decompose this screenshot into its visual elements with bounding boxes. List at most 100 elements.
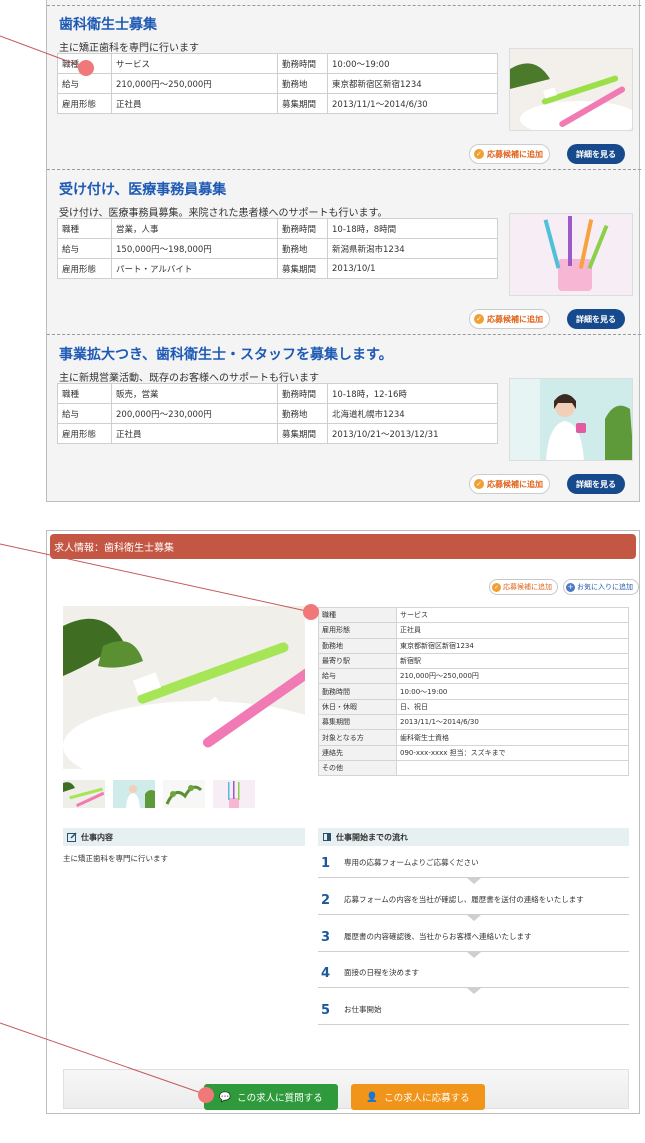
add-candidate-button[interactable]: ✓ 応募候補に追加 <box>469 309 550 329</box>
step-number: 5 <box>321 1003 331 1018</box>
button-label: 応募候補に追加 <box>487 149 543 159</box>
table-row: 雇用形態 正社員 募集期間 2013/11/1〜2014/6/30 <box>57 93 498 114</box>
table-label: 雇用形態 <box>57 423 112 444</box>
table-value: サービス <box>396 606 629 624</box>
edit-icon <box>67 832 77 842</box>
step-text: 専用の応募フォームよりご応募ください <box>344 858 479 867</box>
speech-bubble-icon: 💬 <box>219 1091 232 1103</box>
job-title[interactable]: 受け付け、医療事務員募集 <box>59 179 226 199</box>
button-label: 応募候補に追加 <box>487 314 543 324</box>
divider <box>47 334 641 335</box>
table-value: 北海道札幌市1234 <box>327 403 498 424</box>
table-value: 10:00〜19:00 <box>327 53 498 74</box>
table-value: 東京都新宿区新宿1234 <box>327 73 498 94</box>
table-value: 090-xxx-xxxx 担当：スズキまで <box>396 744 629 761</box>
check-circle-icon: ✓ <box>492 582 501 592</box>
flow-step: 2 応募フォームの内容を当社が確認し、履歴書を送付の連絡をいたします <box>318 885 629 921</box>
table-row: 雇用形態 パート・アルバイト 募集期間 2013/10/1 <box>57 258 498 279</box>
table-label: 勤務地 <box>277 403 328 424</box>
table-value: 10:00〜19:00 <box>396 683 629 700</box>
step-text: 応募フォームの内容を当社が確認し、履歴書を送付の連絡をいたします <box>344 895 584 904</box>
section-title: 仕事内容 <box>81 832 113 842</box>
table-label: 給与 <box>318 668 397 685</box>
flow-step: 3 履歴書の内容確認後、当社からお客様へ連絡いたします <box>318 922 629 958</box>
table-row: その他 <box>318 759 629 777</box>
table-value: 正社員 <box>111 423 278 444</box>
table-value: 営業，人事 <box>111 218 278 239</box>
table-row: 募集期間 2013/11/1〜2014/6/30 <box>318 714 629 731</box>
table-row: 職種 サービス 勤務時間 10:00〜19:00 <box>57 53 498 74</box>
view-detail-button[interactable]: 詳細を見る <box>567 309 625 329</box>
table-row: 給与 200,000円〜230,000円 勤務地 北海道札幌市1234 <box>57 403 498 424</box>
job-summary-table: 職種 サービス 勤務時間 10:00〜19:00 給与 210,000円〜250… <box>57 53 498 114</box>
ask-question-button[interactable]: 💬 この求人に質問する <box>204 1084 338 1110</box>
table-label: 連絡先 <box>318 744 397 761</box>
apply-button[interactable]: 👤 この求人に応募する <box>351 1084 485 1110</box>
step-number: 4 <box>321 966 331 981</box>
add-candidate-button[interactable]: ✓ 応募候補に追加 <box>469 144 550 164</box>
table-value <box>396 759 629 777</box>
table-value: 歯科衛生士資格 <box>396 729 629 746</box>
step-number: 1 <box>321 856 331 871</box>
annotation-marker <box>198 1087 214 1103</box>
job-description: 受け付け、医療事務員募集。来院された患者様へのサポートも行います。 <box>59 208 388 219</box>
table-label: 勤務時間 <box>318 683 397 700</box>
job-title[interactable]: 歯科衛生士募集 <box>59 14 157 34</box>
button-label: この求人に質問する <box>237 1093 323 1104</box>
table-value: 2013/10/1 <box>327 258 498 279</box>
table-label: 勤務時間 <box>277 218 328 239</box>
table-label: 勤務地 <box>277 73 328 94</box>
table-row: 休日・休暇 日、祝日 <box>318 698 629 716</box>
table-value: 2013/10/21〜2013/12/31 <box>327 423 498 444</box>
table-row: 雇用形態 正社員 <box>318 622 629 639</box>
table-value: 10-18時，8時間 <box>327 218 498 239</box>
table-label: 職種 <box>57 383 112 404</box>
table-row: 職種 販売，営業 勤務時間 10-18時，12-16時 <box>57 383 498 404</box>
action-bar <box>63 1069 629 1109</box>
button-label: 応募候補に追加 <box>503 583 552 591</box>
plus-circle-icon: + <box>566 582 575 592</box>
job-photo-staff[interactable] <box>509 378 633 461</box>
view-detail-button[interactable]: 詳細を見る <box>567 474 625 494</box>
table-row: 勤務時間 10:00〜19:00 <box>318 683 629 700</box>
photo-thumbnail[interactable] <box>63 780 105 808</box>
job-description: 主に矯正歯科を専門に行います <box>59 43 199 54</box>
button-label: お気に入りに追加 <box>577 583 633 591</box>
job-detail-panel: 求人情報：歯科衛生士募集 ✓ 応募候補に追加 + お気に入りに追加 職種 サービス <box>46 530 640 1114</box>
table-label: 募集期間 <box>277 93 328 114</box>
table-label: 勤務地 <box>318 637 397 654</box>
table-label: 募集期間 <box>277 423 328 444</box>
photo-thumbnail[interactable] <box>213 780 255 808</box>
view-detail-button[interactable]: 詳細を見る <box>567 144 625 164</box>
table-value: 新潟県新潟市1234 <box>327 238 498 259</box>
step-number: 2 <box>321 893 331 908</box>
step-text: 履歴書の内容確認後、当社からお客様へ連絡いたします <box>344 932 532 941</box>
add-candidate-button[interactable]: ✓ 応募候補に追加 <box>489 579 558 595</box>
step-text: お仕事開始 <box>344 1005 382 1014</box>
detail-header: 求人情報：歯科衛生士募集 <box>50 534 636 559</box>
table-value: 正社員 <box>396 622 629 639</box>
job-photo-toothbrush[interactable] <box>509 48 633 131</box>
user-icon: 👤 <box>366 1091 379 1103</box>
table-value: 210,000円〜250,000円 <box>111 73 278 94</box>
table-label: 勤務時間 <box>277 383 328 404</box>
photo-thumbnail[interactable] <box>113 780 155 808</box>
job-card: 歯科衛生士募集 主に矯正歯科を専門に行います 職種 サービス 勤務時間 10:0… <box>57 14 633 164</box>
table-label: 最寄り駅 <box>318 652 397 670</box>
table-value: 210,000円〜250,000円 <box>396 668 629 685</box>
job-title[interactable]: 事業拡大つき、歯科衛生士・スタッフを募集します。 <box>59 344 393 364</box>
add-candidate-button[interactable]: ✓ 応募候補に追加 <box>469 474 550 494</box>
table-label: 雇用形態 <box>57 258 112 279</box>
check-circle-icon: ✓ <box>474 149 484 159</box>
table-label: 募集期間 <box>277 258 328 279</box>
flow-heading: 仕事開始までの流れ <box>318 828 629 846</box>
job-photo-toothbrush-cup[interactable] <box>509 213 633 296</box>
job-card: 受け付け、医療事務員募集 受け付け、医療事務員募集。来院された患者様へのサポート… <box>57 179 633 329</box>
photo-thumbnail[interactable] <box>163 780 205 808</box>
button-label: 応募候補に追加 <box>487 479 543 489</box>
table-label: 休日・休暇 <box>318 698 397 716</box>
flow-step: 1 専用の応募フォームよりご応募ください <box>318 848 629 884</box>
down-arrow-icon <box>467 988 481 994</box>
add-favorite-button[interactable]: + お気に入りに追加 <box>563 579 639 595</box>
table-label: その他 <box>318 759 397 777</box>
